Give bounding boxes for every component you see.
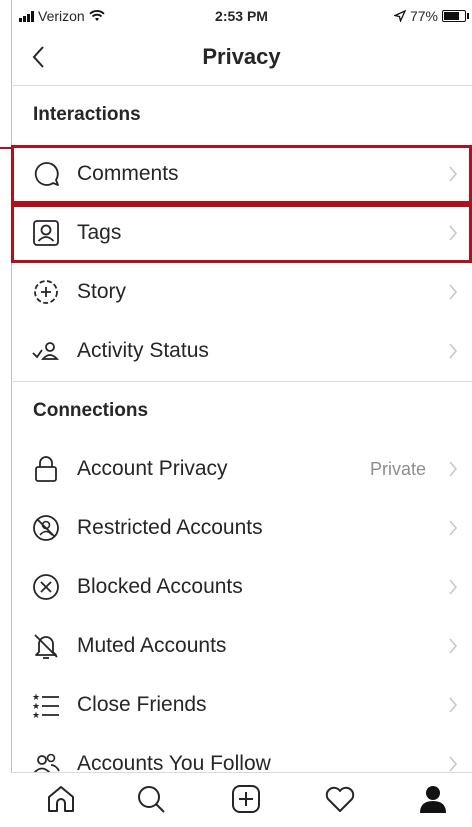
lock-icon (35, 456, 57, 482)
header-divider (11, 85, 472, 86)
close-friends-list-icon: ★ ★ ★ (32, 693, 59, 720)
activity-status-icon (32, 342, 59, 360)
battery-icon (442, 10, 469, 22)
settings-row-restricted-accounts[interactable]: Restricted Accounts (11, 499, 472, 558)
chevron-right-icon (449, 756, 458, 772)
nav-header: Privacy (11, 32, 472, 84)
chevron-right-icon (449, 284, 458, 300)
section-title-interactions: Interactions (33, 104, 141, 125)
settings-row-tags[interactable]: Tags (11, 204, 472, 263)
chevron-right-icon (449, 166, 458, 182)
settings-row-label: Tags (77, 221, 122, 244)
settings-row-activity-status[interactable]: Activity Status (11, 322, 472, 381)
settings-row-story[interactable]: Story (11, 263, 472, 322)
settings-row-label: Account Privacy (77, 457, 228, 480)
story-add-icon (34, 280, 58, 304)
muted-bell-icon (34, 634, 58, 659)
settings-row-label: Close Friends (77, 693, 207, 716)
settings-row-label: Story (77, 280, 127, 303)
settings-row-comments[interactable]: Comments (11, 145, 472, 204)
settings-row-close-friends[interactable]: ★ ★ ★ Close Friends (11, 676, 472, 735)
chevron-right-icon (449, 697, 458, 713)
chevron-right-icon (449, 520, 458, 536)
profile-icon[interactable] (417, 783, 449, 815)
settings-row-account-privacy[interactable]: Account Privacy Private (11, 440, 472, 499)
battery-percent: 77% (409, 8, 438, 24)
location-arrow-icon (393, 10, 406, 22)
search-icon[interactable] (135, 783, 167, 815)
svg-text:★: ★ (32, 711, 40, 720)
settings-row-muted-accounts[interactable]: Muted Accounts (11, 617, 472, 676)
chevron-right-icon (449, 461, 458, 477)
status-bar: Verizon 2:53 PM 77% (11, 0, 472, 30)
chevron-right-icon (449, 579, 458, 595)
comment-bubble-icon (34, 162, 59, 186)
chevron-right-icon (449, 343, 458, 359)
tag-person-icon (33, 220, 59, 246)
add-post-icon[interactable] (230, 783, 262, 815)
settings-row-label: Blocked Accounts (77, 575, 243, 598)
account-privacy-value: Private (369, 459, 426, 479)
settings-row-label: Comments (77, 162, 179, 185)
section-divider (11, 381, 472, 382)
restricted-icon (33, 515, 59, 541)
section-title-connections: Connections (33, 400, 149, 421)
settings-row-label: Activity Status (77, 339, 209, 362)
chevron-right-icon (449, 638, 458, 654)
page-title: Privacy (202, 44, 281, 69)
bottom-tab-bar (11, 772, 472, 827)
settings-row-label: Muted Accounts (77, 634, 227, 657)
settings-row-blocked-accounts[interactable]: Blocked Accounts (11, 558, 472, 617)
chevron-right-icon (449, 225, 458, 241)
activity-heart-icon[interactable] (324, 783, 356, 815)
status-right: 77% (393, 8, 469, 24)
settings-row-label: Restricted Accounts (77, 516, 263, 539)
blocked-icon (33, 574, 59, 600)
home-icon[interactable] (45, 783, 77, 815)
